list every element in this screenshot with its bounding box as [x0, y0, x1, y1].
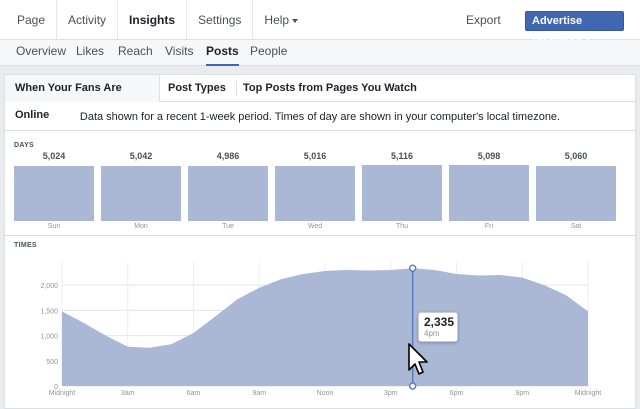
day-column-mon[interactable]: 5,042 Mon [101, 151, 181, 233]
day-bar [188, 166, 268, 221]
day-value: 5,098 [477, 151, 501, 161]
day-value: 5,060 [564, 151, 588, 161]
day-column-fri[interactable]: 5,098 Fri [449, 151, 529, 233]
x-tick-label: 6am [187, 390, 201, 397]
highlight-point[interactable] [408, 264, 417, 272]
tab-top-posts-watch[interactable]: Top Posts from Pages You Watch [243, 75, 417, 102]
day-column-sun[interactable]: 5,024 Sun [14, 151, 94, 233]
day-column-thu[interactable]: 5,116 Thu [362, 151, 442, 233]
nav-page[interactable]: Page [6, 0, 58, 40]
timezone-notice: Data shown for a recent 1-week period. T… [5, 103, 635, 131]
value-tooltip: 2,335 4pm [418, 312, 458, 342]
tab-overview[interactable]: Overview [16, 40, 66, 66]
x-tick-label: 9am [252, 390, 266, 397]
x-tick-label: 9pm [515, 390, 529, 397]
nav-insights[interactable]: Insights [118, 0, 188, 40]
post-tabs: When Your Fans Are Online Post Types Top… [5, 75, 635, 121]
fans-online-card: When Your Fans Are Online Post Types Top… [4, 74, 636, 409]
day-value: 4,986 [216, 151, 240, 161]
day-bar [14, 166, 94, 221]
nav-help[interactable]: Help [253, 0, 309, 40]
tab-visits[interactable]: Visits [165, 40, 193, 66]
day-bar [362, 165, 442, 221]
caret-down-icon [292, 18, 299, 23]
day-column-wed[interactable]: 5,016 Wed [275, 151, 355, 233]
page-nav: Page Activity Insights Settings Help [6, 0, 309, 40]
nav-settings[interactable]: Settings [187, 0, 254, 40]
advertise-business-button[interactable]: Advertise Business [525, 11, 624, 45]
tab-posts[interactable]: Posts [206, 40, 239, 66]
day-value: 5,016 [303, 151, 327, 161]
day-bar [449, 165, 529, 221]
cursor-arrow-icon [408, 343, 428, 375]
export-link[interactable]: Export [466, 0, 501, 40]
day-name: Tue [222, 223, 234, 230]
x-tick-label: Noon [317, 390, 334, 397]
x-tick-label: Midnight [575, 390, 602, 397]
tooltip-time: 4pm [424, 329, 440, 338]
x-tick-label: Midnight [49, 390, 76, 397]
tab-post-types[interactable]: Post Types [168, 75, 226, 102]
day-bar [536, 166, 616, 221]
day-value: 5,042 [129, 151, 153, 161]
day-name: Mon [134, 223, 148, 230]
day-name: Sat [570, 223, 582, 230]
day-name: Sun [47, 223, 61, 230]
tab-reach[interactable]: Reach [118, 40, 153, 66]
tab-divider [236, 81, 237, 96]
day-name: Wed [307, 223, 323, 230]
highlight-base-point[interactable] [408, 382, 417, 390]
day-column-tue[interactable]: 4,986 Tue [188, 151, 268, 233]
days-section-label: DAYS [14, 142, 35, 149]
section-divider [5, 235, 635, 236]
day-value: 5,024 [42, 151, 66, 161]
tab-likes[interactable]: Likes [76, 40, 104, 66]
x-tick-label: 6pm [450, 390, 464, 397]
day-bar [275, 166, 355, 221]
day-column-sat[interactable]: 5,060 Sat [536, 151, 616, 233]
tooltip-value: 2,335 [424, 315, 455, 329]
nav-activity[interactable]: Activity [57, 0, 119, 40]
day-name: Thu [395, 223, 409, 230]
y-tick-label: 1,000 [40, 334, 58, 341]
tab-when-fans-online[interactable]: When Your Fans Are Online [5, 75, 160, 121]
x-tick-label: 3pm [384, 390, 398, 397]
x-tick-label: 3am [121, 390, 135, 397]
y-tick-label: 500 [46, 359, 58, 366]
times-area-series [62, 268, 588, 386]
insights-subnav: Overview Likes Reach Visits Posts People [0, 40, 640, 66]
times-chart[interactable]: 05001,0001,5002,000Midnight 3am 6am 9am Noon… [5, 240, 635, 409]
y-tick-label: 2,000 [40, 283, 58, 290]
top-bar: Page Activity Insights Settings Help Exp… [0, 0, 640, 45]
day-name: Fri [484, 223, 494, 230]
nav-help-label: Help [264, 13, 290, 27]
day-value: 5,116 [390, 151, 414, 161]
day-bar [101, 166, 181, 221]
y-tick-label: 1,500 [40, 308, 58, 315]
tab-people[interactable]: People [250, 40, 287, 66]
